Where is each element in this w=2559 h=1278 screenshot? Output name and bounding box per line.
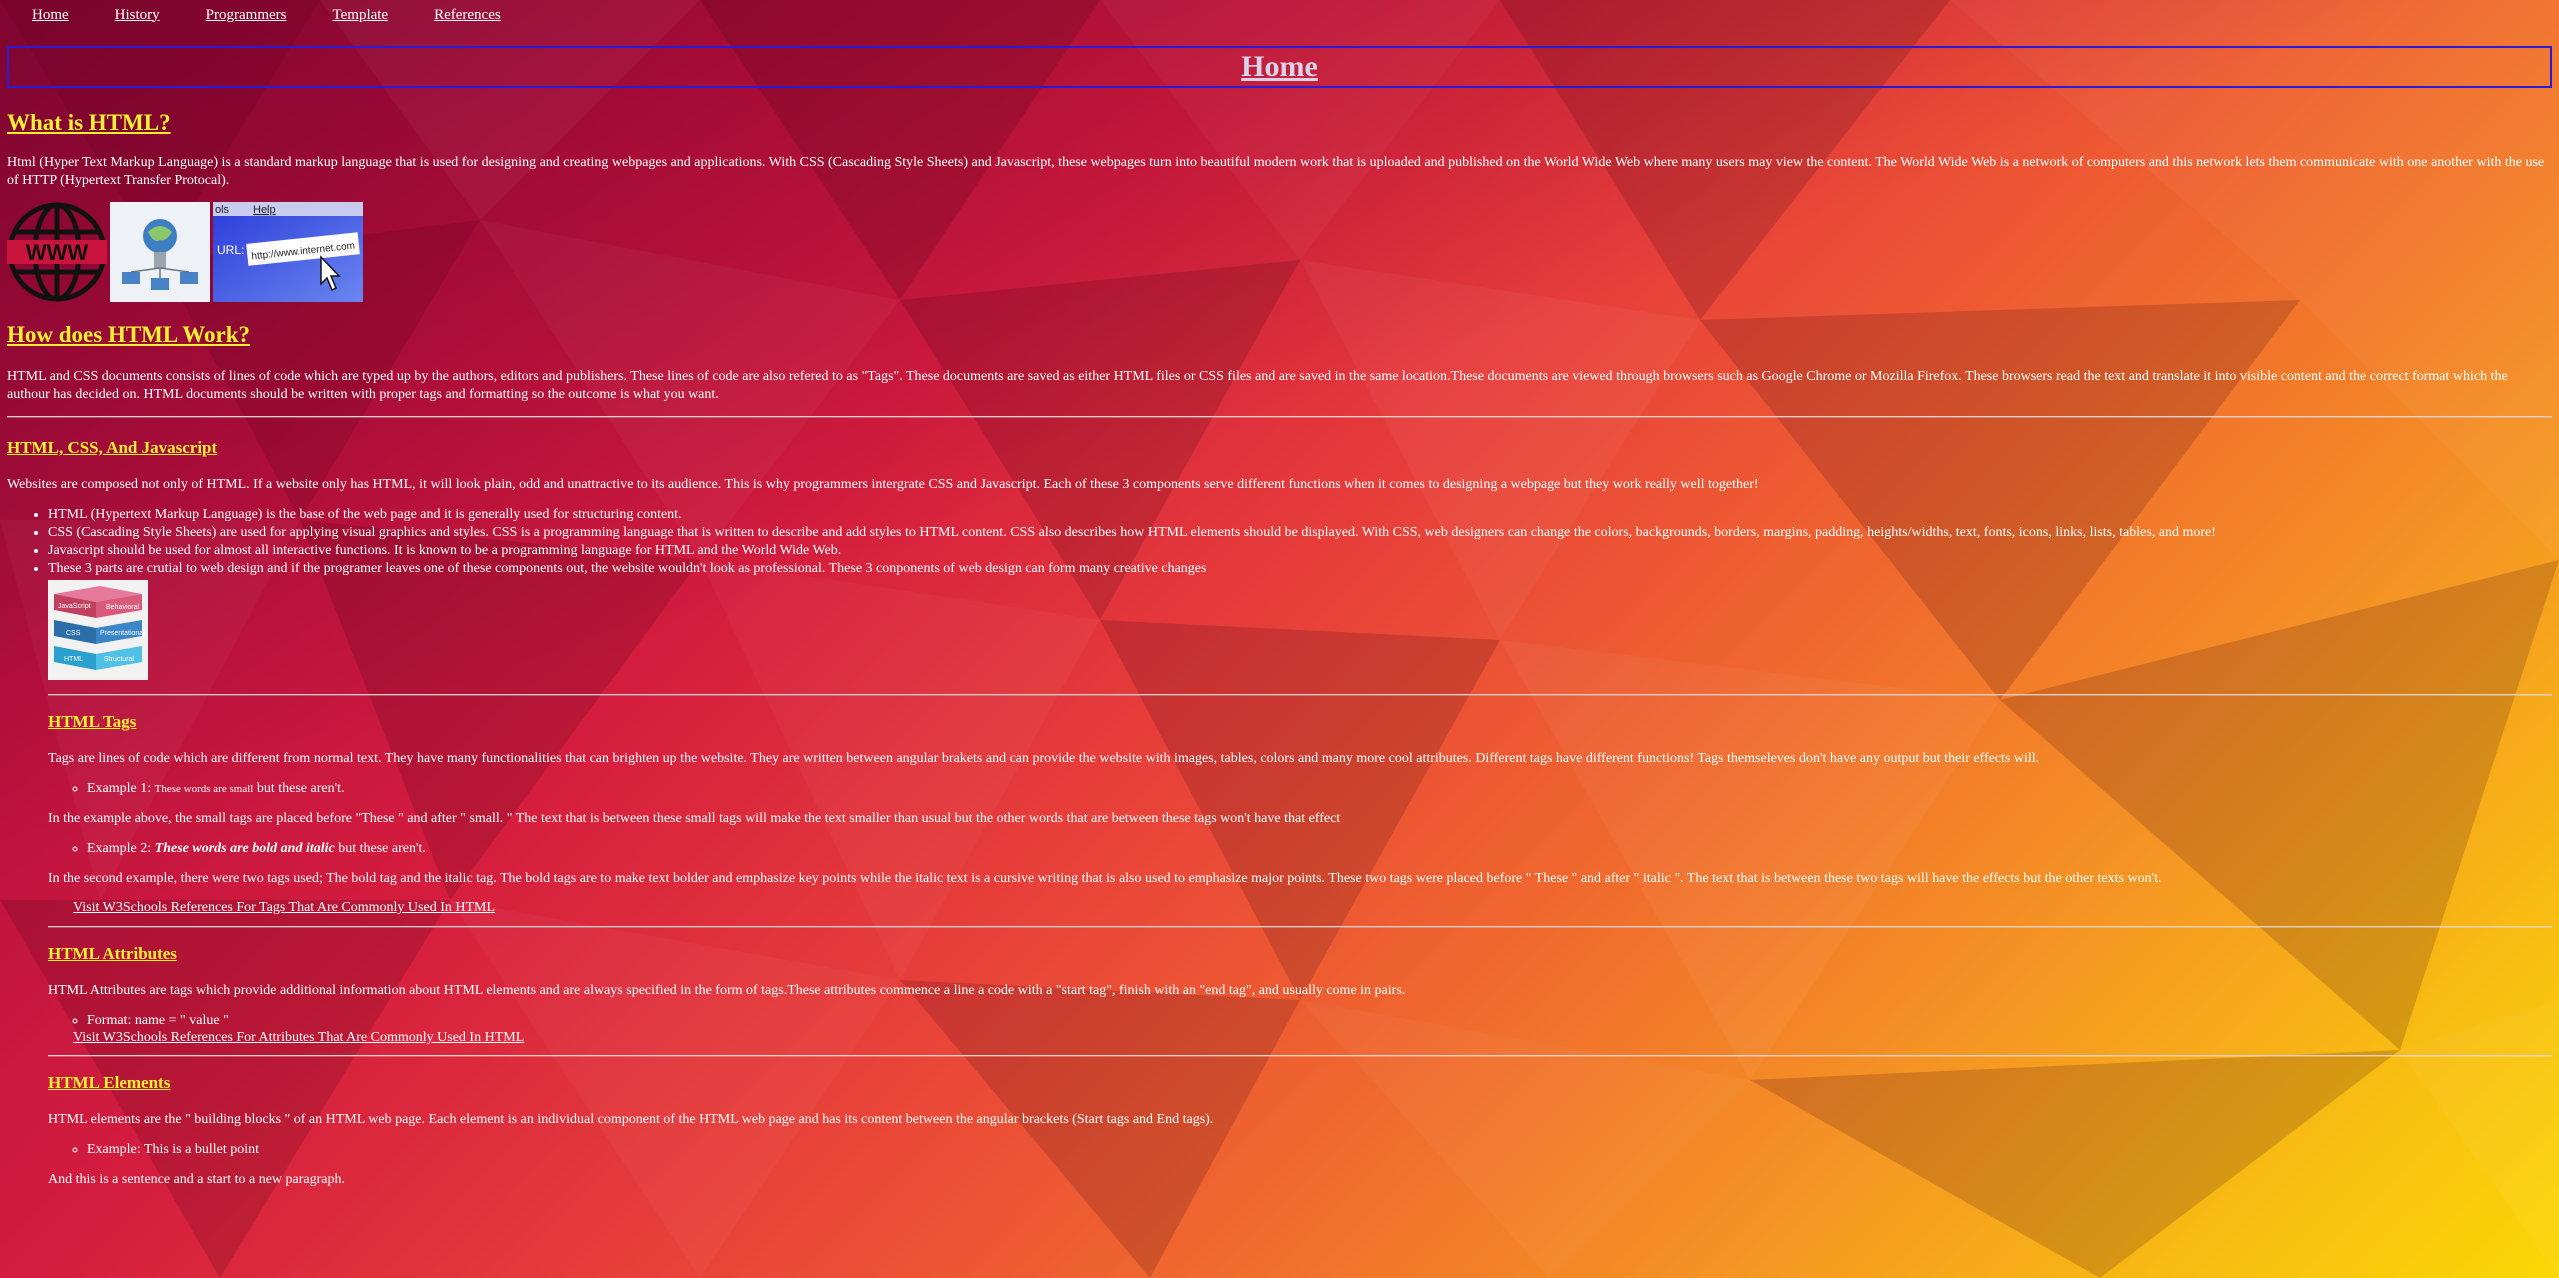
svg-text:WWW: WWW — [26, 240, 89, 265]
web-stack-image: JavaScript Behavioral CSS Presentational… — [48, 580, 2552, 686]
html-elements-paragraph: HTML elements are the " building blocks … — [48, 1112, 1214, 1127]
nav-template-link[interactable]: Template — [333, 7, 389, 24]
w3schools-attributes-link[interactable]: Visit W3Schools References For Attribute… — [73, 1030, 524, 1045]
html-css-js-paragraph: Websites are composed not only of HTML. … — [7, 477, 1759, 492]
what-is-html-paragraph: Html (Hyper Text Markup Language) is a s… — [7, 155, 2545, 188]
stack-layer-label: Structural — [104, 656, 134, 663]
divider — [48, 694, 2552, 696]
list-item: Example 1: These words are small but the… — [87, 780, 2552, 798]
stack-layer-label: Behavioral — [106, 604, 140, 611]
network-computers-image — [110, 202, 210, 302]
divider — [7, 416, 2552, 418]
how-html-works-paragraph: HTML and CSS documents consists of lines… — [7, 369, 2508, 402]
example-1-explanation: In the example above, the small tags are… — [48, 811, 1341, 826]
nav-history-link[interactable]: History — [115, 7, 160, 24]
tags-example-1-list: Example 1: These words are small but the… — [48, 780, 2552, 798]
list-item: These 3 parts are crutial to web design … — [48, 560, 2552, 686]
html-css-js-heading: HTML, CSS, And Javascript — [7, 438, 218, 457]
list-item: HTML (Hypertext Markup Language) is the … — [48, 506, 2552, 524]
html-attributes-heading: HTML Attributes — [48, 944, 177, 963]
w3schools-tags-link[interactable]: Visit W3Schools References For Tags That… — [73, 900, 495, 915]
list-item: Example 2: These words are bold and ital… — [87, 840, 2552, 858]
www-globe-icon: WWW — [7, 202, 107, 302]
html-elements-heading: HTML Elements — [48, 1073, 171, 1092]
page-content: Home History Programmers Template Refere… — [0, 0, 2559, 1189]
html-tags-paragraph: Tags are lines of code which are differe… — [48, 751, 2040, 766]
list-item: Example: This is a bullet point — [87, 1141, 2552, 1159]
divider — [48, 926, 2552, 928]
stack-layer-label: HTML — [64, 656, 83, 663]
example-2-suffix: but these aren't. — [334, 841, 426, 856]
html-tags-heading: HTML Tags — [48, 712, 137, 731]
nav-programmers-link[interactable]: Programmers — [206, 7, 287, 24]
elements-closing-paragraph: And this is a sentence and a start to a … — [48, 1172, 346, 1187]
tags-example-2-list: Example 2: These words are bold and ital… — [48, 840, 2552, 858]
example-1-prefix: Example 1: — [87, 781, 155, 796]
attributes-reference-row: Visit W3Schools References For Attribute… — [48, 1030, 2552, 1046]
example-1-suffix: but these aren't. — [253, 781, 345, 796]
stack-layer-label: JavaScript — [58, 603, 91, 610]
how-html-works-heading: How does HTML Work? — [7, 322, 251, 347]
example-2-bold-italic-text: These words are bold and italic — [154, 841, 335, 856]
divider — [48, 1055, 2552, 1057]
nested-sections: HTML Tags Tags are lines of code which a… — [7, 694, 2552, 1189]
nav-home-link[interactable]: Home — [32, 7, 69, 24]
browser-menu-tools: ols — [215, 204, 230, 216]
top-nav: Home History Programmers Template Refere… — [7, 0, 2552, 30]
list-item: Format: name = " value " — [87, 1012, 2552, 1030]
page-title: Home — [1241, 50, 1318, 83]
page-title-box: Home — [7, 46, 2552, 88]
stack-layer-label: CSS — [66, 630, 81, 637]
browser-menu-help: Help — [253, 204, 276, 216]
elements-example-list: Example: This is a bullet point — [48, 1141, 2552, 1159]
html-attributes-paragraph: HTML Attributes are tags which provide a… — [48, 983, 1406, 998]
browser-url-label: URL: — [217, 243, 244, 257]
list-item: Javascript should be used for almost all… — [48, 542, 2552, 560]
example-2-prefix: Example 2: — [87, 841, 155, 856]
stack-layer-label: Presentational — [100, 630, 145, 637]
nav-references-link[interactable]: References — [434, 7, 501, 24]
example-1-small-text: These words are small — [154, 783, 254, 795]
list-item-text: These 3 parts are crutial to web design … — [48, 561, 1207, 576]
web-components-list: HTML (Hypertext Markup Language) is the … — [7, 506, 2552, 686]
attributes-format-list: Format: name = " value " — [48, 1012, 2552, 1030]
browser-url-image: ols Help URL: http://www.internet.com — [213, 202, 363, 302]
what-is-html-heading: What is HTML? — [7, 110, 171, 135]
tags-reference-row: Visit W3Schools References For Tags That… — [48, 900, 2552, 916]
intro-image-row: WWW ols Help URL: http://www.internet.co… — [7, 202, 2552, 302]
list-item: CSS (Cascading Style Sheets) are used fo… — [48, 524, 2552, 542]
example-2-explanation: In the second example, there were two ta… — [48, 871, 2162, 886]
